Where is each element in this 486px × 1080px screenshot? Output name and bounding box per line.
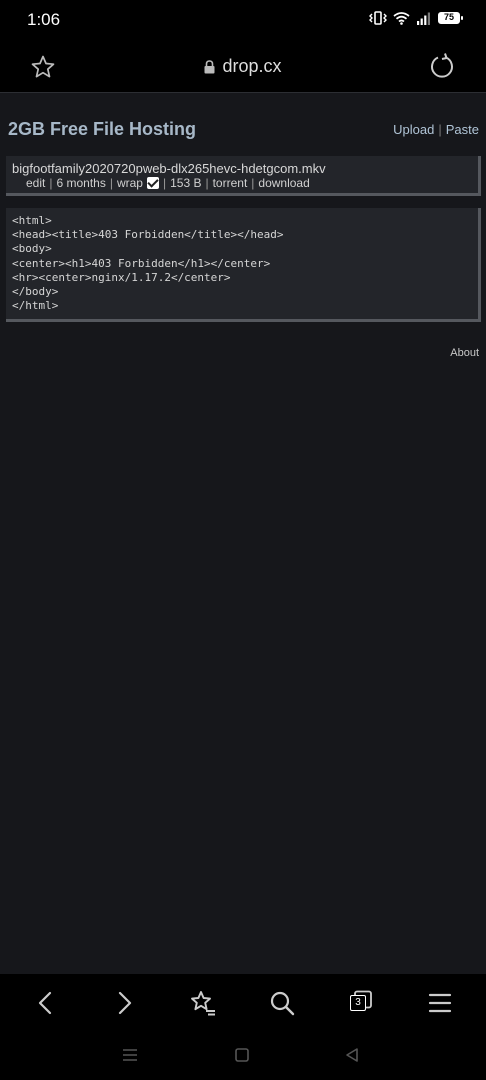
torrent-link[interactable]: torrent [213,176,248,190]
menu-icon[interactable] [426,989,454,1017]
back-icon[interactable] [32,989,60,1017]
link-separator: | [438,122,442,137]
system-nav-bar [0,1032,486,1080]
file-size: 153 B [170,176,202,190]
search-icon[interactable] [268,989,296,1017]
web-page: 2GB Free File Hosting Upload | Paste bigfo… [0,92,486,974]
address-bar: drop.cx [0,40,486,92]
tabs-icon[interactable]: 3 [346,989,374,1017]
url-field[interactable]: drop.cx [0,56,486,79]
status-bar: 1:06 75 [0,0,486,40]
meta-separator: | [49,176,53,190]
wifi-icon [393,11,410,25]
file-content-box: <html> <head><title>403 Forbidden</title… [6,208,481,322]
file-content: <html> <head><title>403 Forbidden</title… [12,214,284,313]
download-link[interactable]: download [258,176,309,190]
about-link[interactable]: About [450,347,479,359]
reload-icon[interactable] [428,52,456,85]
signal-icon [416,12,432,25]
recents-icon[interactable] [121,1047,139,1068]
top-links: Upload | Paste [393,122,479,137]
file-name: bigfootfamily2020720pweb-dlx265hevc-hdet… [12,161,326,176]
meta-separator: | [162,176,167,190]
tabs-count: 3 [350,995,366,1011]
file-meta: edit | 6 months | wrap | 153 B | torrent… [26,176,310,190]
vibrate-icon [369,11,387,25]
upload-link[interactable]: Upload [393,122,434,137]
meta-separator: | [109,176,113,190]
edit-link[interactable]: edit [26,176,45,190]
battery-icon: 75 [438,12,463,24]
status-icons: 75 [369,11,463,25]
site-title: 2GB Free File Hosting [8,119,197,139]
forward-icon[interactable] [110,989,138,1017]
lock-icon [204,58,215,79]
wrap-label: wrap [116,176,143,190]
status-time: 1:06 [27,10,61,29]
back-nav-icon[interactable] [344,1047,360,1068]
paste-link[interactable]: Paste [446,122,479,137]
expiry-link[interactable]: 6 months [56,176,105,190]
home-icon[interactable] [234,1047,250,1068]
browser-toolbar: 3 [0,974,486,1032]
meta-separator: | [251,176,255,190]
bookmarks-icon[interactable] [189,989,217,1017]
file-info-box: bigfootfamily2020720pweb-dlx265hevc-hdet… [6,156,481,196]
meta-separator: | [205,176,209,190]
wrap-checkbox[interactable] [146,177,159,189]
url-text: drop.cx [222,56,282,76]
